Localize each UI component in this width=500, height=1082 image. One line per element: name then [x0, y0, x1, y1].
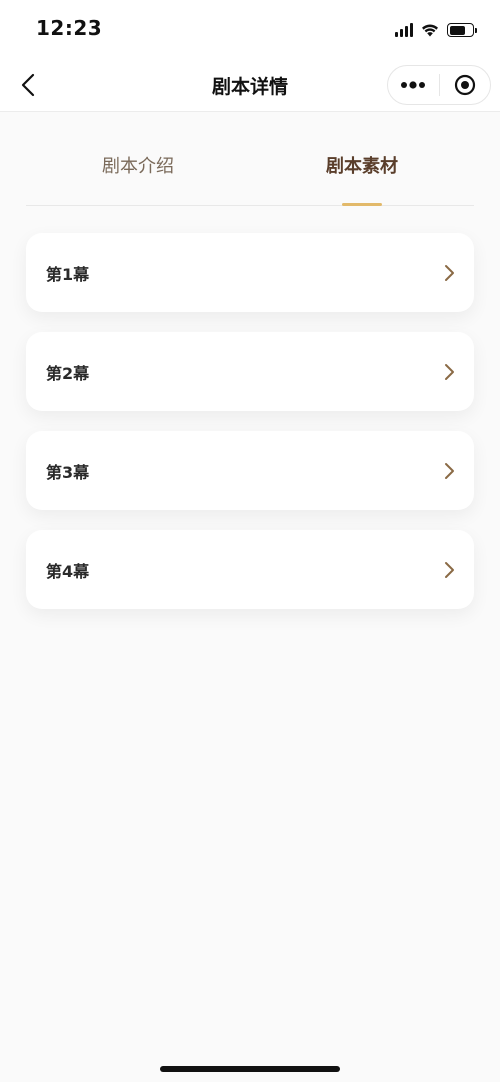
- status-time: 12:23: [36, 16, 103, 40]
- battery-icon: [447, 23, 477, 37]
- more-dots-icon: [401, 81, 426, 89]
- tab-script-intro[interactable]: 剧本介绍: [26, 112, 250, 205]
- chevron-right-icon: [445, 462, 454, 479]
- cellular-signal-icon: [395, 23, 413, 37]
- tab-label: 剧本素材: [326, 156, 398, 177]
- list-item-act-4[interactable]: 第4幕: [26, 530, 474, 609]
- list-item-act-3[interactable]: 第3幕: [26, 431, 474, 510]
- act-list: 第1幕 第2幕 第3幕 第4幕: [26, 233, 474, 609]
- act-label: 第2幕: [46, 363, 90, 383]
- chevron-right-icon: [445, 561, 454, 578]
- mini-program-capsule: [387, 65, 491, 105]
- more-button[interactable]: [388, 66, 439, 104]
- status-indicators: [395, 20, 477, 40]
- act-label: 第4幕: [46, 561, 90, 581]
- tab-label: 剧本介绍: [102, 156, 174, 177]
- chevron-right-icon: [445, 264, 454, 281]
- close-mini-program-button[interactable]: [440, 66, 491, 104]
- active-tab-indicator: [342, 203, 382, 206]
- screen: 12:23 剧本详情 剧本介绍 剧本素材 第1幕 第2幕 第3幕 第4幕: [0, 0, 500, 1082]
- tab-bar: 剧本介绍 剧本素材: [26, 112, 474, 206]
- act-label: 第3幕: [46, 462, 90, 482]
- target-circle-icon: [454, 74, 475, 96]
- list-item-act-1[interactable]: 第1幕: [26, 233, 474, 312]
- tab-script-materials[interactable]: 剧本素材: [250, 112, 474, 206]
- act-label: 第1幕: [46, 264, 90, 284]
- chevron-right-icon: [445, 363, 454, 380]
- home-indicator[interactable]: [160, 1066, 340, 1072]
- nav-bar: 剧本详情: [0, 58, 500, 112]
- list-item-act-2[interactable]: 第2幕: [26, 332, 474, 411]
- status-bar: 12:23: [0, 0, 500, 58]
- wifi-icon: [422, 24, 438, 37]
